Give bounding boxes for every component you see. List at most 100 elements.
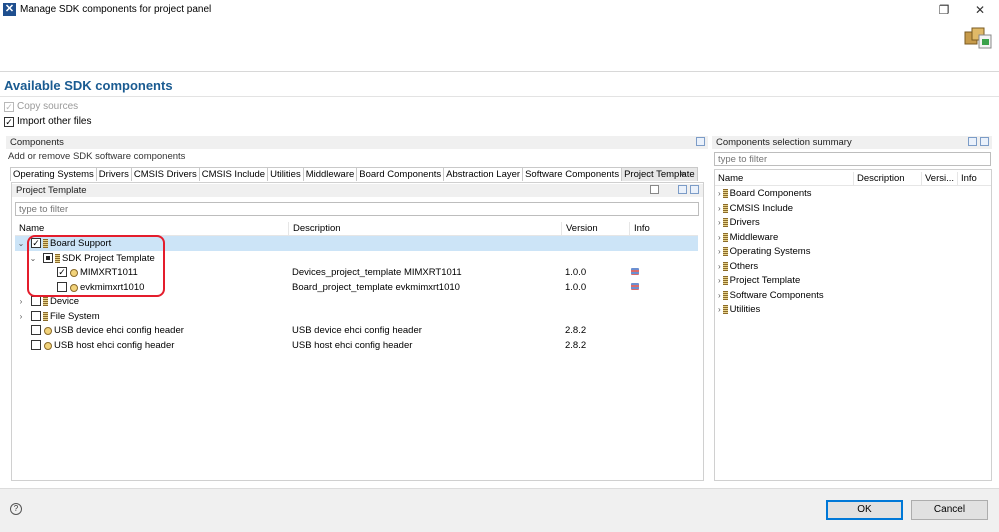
- folder-icon: [722, 290, 728, 300]
- usb-host-ehci-checkbox[interactable]: [31, 340, 41, 351]
- component-icon: [43, 326, 52, 335]
- summary-item[interactable]: › Project Template: [718, 274, 800, 288]
- component-tabs: Operating Systems Drivers CMSIS Drivers …: [10, 167, 698, 181]
- copy-sources-label: Copy sources: [17, 101, 79, 112]
- summary-item[interactable]: › CMSIS Include: [718, 202, 793, 216]
- table-row[interactable]: USB device ehci config header USB device…: [15, 323, 698, 338]
- tab-operating-systems[interactable]: Operating Systems: [10, 167, 97, 181]
- check-all-icon[interactable]: [650, 185, 659, 194]
- project-template-header: Project Template: [12, 184, 703, 197]
- summary-item[interactable]: › Middleware: [718, 231, 778, 245]
- summary-item[interactable]: › Software Components: [718, 289, 824, 303]
- column-version[interactable]: Version: [561, 222, 629, 236]
- import-other-files-label: Import other files: [17, 116, 92, 127]
- tab-cmsis-drivers[interactable]: CMSIS Drivers: [130, 167, 200, 181]
- tab-middleware[interactable]: Middleware: [302, 167, 358, 181]
- folder-icon: [43, 311, 48, 321]
- info-icon[interactable]: [631, 283, 639, 290]
- table-row[interactable]: › File System: [15, 309, 698, 324]
- summary-item[interactable]: › Others: [718, 260, 758, 274]
- chevron-down-icon[interactable]: ⌄: [17, 236, 25, 251]
- help-icon[interactable]: ?: [10, 503, 22, 515]
- tab-software-components[interactable]: Software Components: [522, 167, 623, 181]
- tab-abstraction-layer[interactable]: Abstraction Layer: [443, 167, 524, 181]
- chevron-right-icon[interactable]: ›: [17, 294, 25, 309]
- sdk-package-icon: [964, 27, 992, 49]
- import-other-files-checkbox[interactable]: ✓: [4, 116, 14, 127]
- components-table-header: Name Description Version Info: [15, 222, 698, 236]
- copy-sources-checkbox: ✓: [4, 101, 14, 112]
- folder-icon: [722, 246, 728, 256]
- x-logo-icon: ✕: [3, 3, 16, 16]
- restore-icon[interactable]: ❐: [936, 2, 952, 18]
- collapse-all-icon[interactable]: [980, 137, 989, 146]
- row-version: 2.8.2: [565, 340, 587, 351]
- column-info[interactable]: Info: [957, 172, 991, 186]
- expand-all-icon[interactable]: [968, 137, 977, 146]
- folder-icon: [722, 232, 728, 242]
- page-title: Available SDK components: [4, 78, 173, 93]
- tab-project-template[interactable]: Project Template: [621, 167, 698, 181]
- title-bar: ✕ Manage SDK components for project pane…: [0, 0, 999, 20]
- import-other-files-option[interactable]: ✓ Import other files: [4, 116, 91, 127]
- column-version[interactable]: Versi...: [921, 172, 957, 186]
- heading-divider: [0, 96, 999, 97]
- folder-icon: [722, 217, 728, 227]
- folder-icon: [43, 296, 48, 306]
- column-name[interactable]: Name: [15, 222, 288, 236]
- tab-utilities[interactable]: Utilities: [267, 167, 304, 181]
- row-name: File System: [50, 311, 100, 322]
- summary-panel-title: Components selection summary: [716, 137, 852, 148]
- usb-device-ehci-checkbox[interactable]: [31, 325, 41, 336]
- tab-drivers[interactable]: Drivers: [95, 167, 132, 181]
- column-info[interactable]: Info: [629, 222, 698, 236]
- ok-button[interactable]: OK: [826, 500, 903, 520]
- row-name: USB device ehci config header: [54, 325, 184, 336]
- expand-all-icon[interactable]: [678, 185, 687, 194]
- row-version: 2.8.2: [565, 325, 587, 336]
- folder-icon: [722, 275, 728, 285]
- collapse-all-icon[interactable]: [690, 185, 699, 194]
- component-icon: [43, 341, 52, 350]
- components-panel-header: Components: [6, 136, 708, 149]
- components-subtitle: Add or remove SDK software components: [8, 151, 186, 162]
- table-row[interactable]: USB host ehci config header USB host ehc…: [15, 338, 698, 353]
- banner-separator: [0, 71, 999, 72]
- file-system-checkbox[interactable]: [31, 311, 41, 322]
- row-name: Device: [50, 296, 80, 307]
- tab-board-components[interactable]: Board Components: [356, 167, 445, 181]
- components-panel-title: Components: [10, 137, 64, 148]
- summary-item[interactable]: › Utilities: [718, 303, 760, 317]
- components-filter-input[interactable]: [15, 202, 699, 216]
- folder-icon: [722, 304, 728, 314]
- device-checkbox[interactable]: [31, 296, 41, 307]
- window-title: Manage SDK components for project panel: [20, 4, 212, 15]
- column-name[interactable]: Name: [715, 172, 853, 186]
- summary-item[interactable]: › Operating Systems: [718, 245, 810, 259]
- folder-icon: [722, 261, 728, 271]
- copy-sources-option: ✓ Copy sources: [4, 101, 78, 112]
- row-description: Devices_project_template MIMXRT1011: [292, 267, 462, 278]
- row-description: Board_project_template evkmimxrt1010: [292, 282, 460, 293]
- info-icon[interactable]: [631, 268, 639, 275]
- row-version: 1.0.0: [565, 282, 587, 293]
- summary-item[interactable]: › Drivers: [718, 216, 760, 230]
- column-description[interactable]: Description: [853, 172, 921, 186]
- minimize-panel-icon[interactable]: [696, 137, 705, 146]
- row-description: USB device ehci config header: [292, 325, 422, 336]
- chevron-right-icon[interactable]: ›: [17, 309, 25, 324]
- close-icon[interactable]: ✕: [972, 2, 988, 18]
- highlight-annotation: [27, 235, 165, 297]
- summary-panel-header: Components selection summary: [712, 136, 992, 149]
- cancel-button[interactable]: Cancel: [911, 500, 988, 520]
- summary-filter-input[interactable]: [714, 152, 991, 166]
- summary-table-header: Name Description Versi... Info: [715, 172, 991, 186]
- project-template-title: Project Template: [16, 185, 87, 196]
- summary-item[interactable]: › Board Components: [718, 187, 812, 201]
- tab-cmsis-include[interactable]: CMSIS Include: [198, 167, 269, 181]
- column-description[interactable]: Description: [288, 222, 561, 236]
- more-tabs-button[interactable]: »: [680, 168, 685, 178]
- folder-icon: [722, 203, 728, 213]
- row-description: USB host ehci config header: [292, 340, 413, 351]
- folder-icon: [722, 188, 728, 198]
